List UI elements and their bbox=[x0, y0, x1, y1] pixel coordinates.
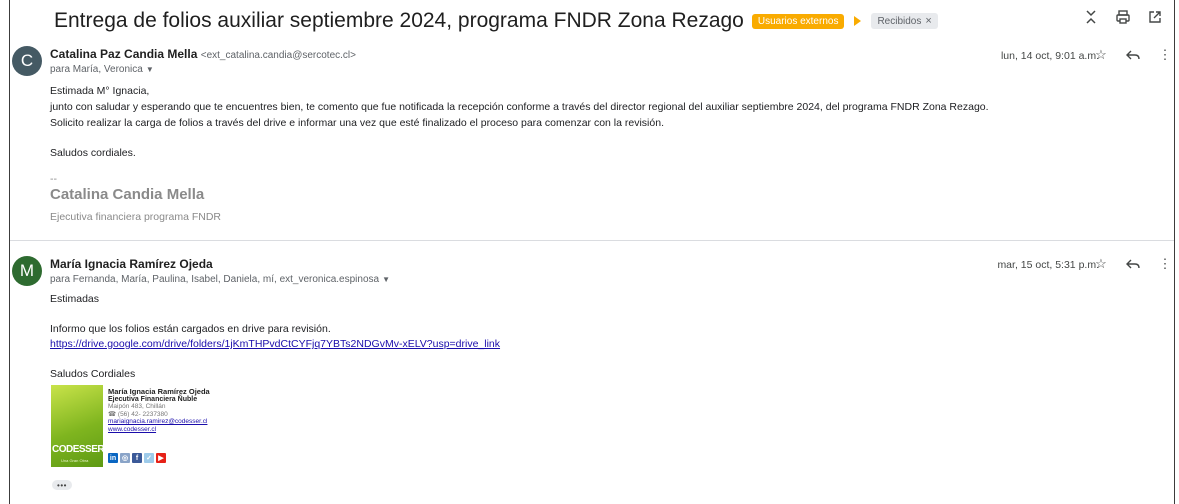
recipients-text: para Fernanda, María, Paulina, Isabel, D… bbox=[50, 274, 380, 285]
remove-label-icon[interactable]: × bbox=[925, 15, 931, 27]
message-actions: ☆ ⋮ bbox=[1094, 47, 1172, 62]
thread-toolbar bbox=[1082, 8, 1164, 26]
signature-card: CODESSER Una Gran Obra María Ignacia Ram… bbox=[51, 385, 251, 467]
twitter-icon[interactable]: ✓ bbox=[144, 453, 154, 463]
instagram-icon[interactable]: ◎ bbox=[120, 453, 130, 463]
importance-marker-icon[interactable] bbox=[854, 16, 862, 26]
more-options-icon[interactable]: ⋮ bbox=[1158, 256, 1172, 271]
recipients-text: para María, Veronica bbox=[50, 64, 143, 75]
more-options-icon[interactable]: ⋮ bbox=[1158, 47, 1172, 62]
star-icon[interactable]: ☆ bbox=[1094, 256, 1108, 271]
card-address: Maipón 483, Chillán bbox=[108, 403, 166, 410]
card-email-link[interactable]: mariaignacia.ramirez@codesser.cl bbox=[108, 418, 210, 426]
show-trimmed-content-button[interactable]: ••• bbox=[52, 480, 72, 490]
youtube-icon[interactable]: ▶ bbox=[156, 453, 166, 463]
facebook-icon[interactable]: f bbox=[132, 453, 142, 463]
body-greeting: Estimada M° Ignacia, bbox=[50, 85, 150, 97]
email-thread-pane: Entrega de folios auxiliar septiembre 20… bbox=[9, 0, 1175, 504]
social-links: in ◎ f ✓ ▶ bbox=[108, 453, 166, 463]
reply-icon[interactable] bbox=[1126, 48, 1140, 62]
open-in-new-window-icon[interactable] bbox=[1146, 8, 1164, 26]
card-web-link[interactable]: www.codesser.cl bbox=[108, 426, 210, 434]
reply-icon[interactable] bbox=[1126, 257, 1140, 271]
chevron-down-icon[interactable]: ▼ bbox=[382, 275, 390, 284]
sender-line[interactable]: Catalina Paz Candia Mella <ext_catalina.… bbox=[50, 47, 356, 61]
message-date: mar, 15 oct, 5:31 p.m. bbox=[997, 259, 1099, 271]
sender-name: María Ignacia Ramírez Ojeda bbox=[50, 257, 213, 271]
drive-link[interactable]: https://drive.google.com/drive/folders/1… bbox=[50, 337, 500, 351]
codesser-logo: CODESSER Una Gran Obra bbox=[51, 385, 105, 467]
avatar[interactable]: C bbox=[12, 46, 42, 76]
chevron-down-icon[interactable]: ▼ bbox=[146, 65, 154, 74]
card-role: Ejecutiva Financiera Ñuble bbox=[108, 395, 198, 403]
collapse-all-icon[interactable] bbox=[1082, 8, 1100, 26]
card-phone: ☎ (56) 42- 2237380 bbox=[108, 410, 168, 418]
signature-card-info: María Ignacia Ramírez Ojeda Ejecutiva Fi… bbox=[108, 388, 210, 433]
card-name: María Ignacia Ramírez Ojeda bbox=[108, 387, 210, 396]
subject-row: Entrega de folios auxiliar septiembre 20… bbox=[54, 8, 938, 34]
label-inbox-text: Recibidos bbox=[877, 15, 922, 27]
recipients-line[interactable]: para María, Veronica ▼ bbox=[50, 64, 154, 75]
linkedin-icon[interactable]: in bbox=[108, 453, 118, 463]
body-paragraph-1: junto con saludar y esperando que te enc… bbox=[50, 101, 989, 113]
print-icon[interactable] bbox=[1114, 8, 1132, 26]
body-closing: Saludos cordiales. bbox=[50, 147, 136, 159]
avatar[interactable]: M bbox=[12, 256, 42, 286]
star-icon[interactable]: ☆ bbox=[1094, 47, 1108, 62]
message-actions: ☆ ⋮ bbox=[1094, 256, 1172, 271]
message-date: lun, 14 oct, 9:01 a.m. bbox=[1000, 50, 1099, 62]
message-divider bbox=[10, 240, 1174, 241]
label-inbox[interactable]: Recibidos × bbox=[871, 13, 938, 29]
sender-name: Catalina Paz Candia Mella bbox=[50, 47, 198, 61]
thread-subject: Entrega de folios auxiliar septiembre 20… bbox=[54, 9, 744, 32]
signature-role: Ejecutiva financiera programa FNDR bbox=[50, 211, 221, 223]
signature-separator: -- bbox=[50, 173, 57, 185]
sender-email: <ext_catalina.candia@sercotec.cl> bbox=[200, 50, 356, 61]
label-external-users[interactable]: Usuarios externos bbox=[751, 13, 845, 29]
body-paragraph-2: Solicito realizar la carga de folios a t… bbox=[50, 117, 664, 129]
body-greeting: Estimadas bbox=[50, 293, 100, 305]
body-paragraph-1: Informo que los folios están cargados en… bbox=[50, 323, 331, 335]
body-closing: Saludos Cordiales bbox=[50, 368, 136, 380]
codesser-logo-tagline: Una Gran Obra bbox=[61, 458, 89, 463]
sender-line[interactable]: María Ignacia Ramírez Ojeda bbox=[50, 257, 213, 271]
signature-name: Catalina Candia Mella bbox=[50, 186, 205, 203]
recipients-line[interactable]: para Fernanda, María, Paulina, Isabel, D… bbox=[50, 274, 390, 285]
codesser-logo-text: CODESSER bbox=[52, 444, 105, 455]
